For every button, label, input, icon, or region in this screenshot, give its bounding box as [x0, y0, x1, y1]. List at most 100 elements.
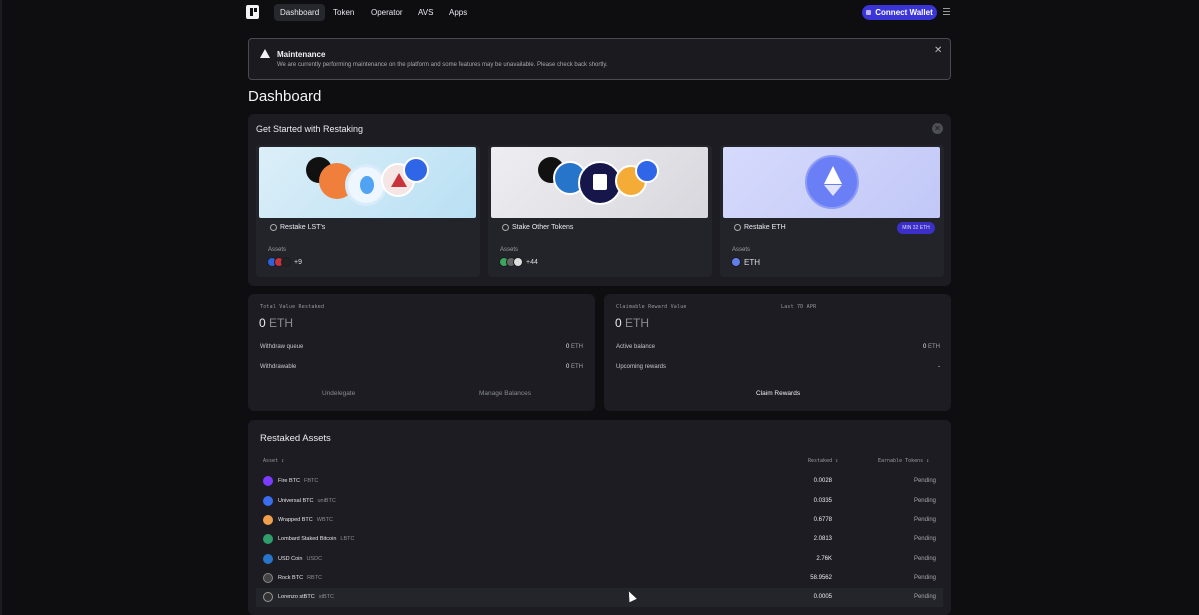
- asset-count: +44: [526, 258, 538, 266]
- asset-name: Lorenzo stBTC stBTC: [278, 594, 334, 600]
- assets-label: Assets: [500, 247, 519, 253]
- earnable-status: Pending: [913, 478, 936, 484]
- table-row[interactable]: USD Coin USDC 2.76K Pending: [256, 550, 943, 569]
- get-started-panel: Get Started with Restaking ✕ Restake LST…: [248, 114, 951, 286]
- hamburger-menu-icon[interactable]: [943, 8, 950, 15]
- nav-dashboard[interactable]: Dashboard: [274, 4, 326, 21]
- get-started-title: Get Started with Restaking: [256, 124, 364, 134]
- stake-other-tokens-card[interactable]: Stake Other Tokens Assets +44: [488, 145, 712, 277]
- earnable-status: Pending: [913, 536, 936, 542]
- close-icon[interactable]: ✕: [932, 123, 943, 134]
- active-balance-label: Active balance: [616, 344, 656, 350]
- card-title: Restake LST's: [270, 224, 325, 231]
- total-value-panel: Total Value Restaked 0 ETH Withdraw queu…: [248, 294, 595, 411]
- undelegate-button[interactable]: Undelegate: [322, 390, 355, 397]
- restaked-value: 58.9562: [810, 575, 832, 581]
- restaked-value: 2.76K: [816, 556, 832, 562]
- eth-icon: [805, 155, 859, 209]
- token-icon: [513, 257, 523, 267]
- asset-name: Lombard Staked Bitcoin LBTC: [278, 536, 355, 542]
- restaked-value: 0.0335: [813, 498, 832, 504]
- connect-wallet-button[interactable]: Connect Wallet: [862, 5, 937, 20]
- token-icon: [281, 257, 291, 267]
- table-row[interactable]: Fire BTC FBTC 0.0028 Pending: [256, 472, 943, 491]
- restaked-value: 0.6778: [813, 517, 832, 523]
- table-row[interactable]: Rock BTC RBTC 58.9562 Pending: [256, 569, 943, 588]
- nav-operator[interactable]: Operator: [365, 4, 409, 21]
- token-icon: [403, 157, 429, 183]
- eth-small-icon: [734, 224, 741, 231]
- restake-eth-card[interactable]: Restake ETH MIN 32 ETH Assets ETH: [720, 145, 944, 277]
- min-eth-badge: MIN 32 ETH: [897, 222, 935, 234]
- table-row[interactable]: Lorenzo stBTC stBTC 0.0005 Pending: [256, 588, 943, 607]
- assets-label: Assets: [268, 247, 287, 253]
- asset-name: Fire BTC FBTC: [278, 478, 319, 484]
- restaked-assets-title: Restaked Assets: [260, 433, 331, 444]
- card-title: Restake ETH: [734, 224, 786, 231]
- lst-tokens-illustration: [259, 147, 476, 218]
- banner-text: We are currently performing maintenance …: [277, 62, 608, 68]
- earnable-status: Pending: [913, 556, 936, 562]
- nav-apps[interactable]: Apps: [443, 4, 473, 21]
- asset-icons: +9: [267, 257, 302, 267]
- table-row[interactable]: Wrapped BTC WBTC 0.6778 Pending: [256, 511, 943, 530]
- eth-illustration: [723, 147, 940, 218]
- earnable-status: Pending: [913, 575, 936, 581]
- asset-name: ETH: [744, 257, 760, 267]
- wbtc-icon: [263, 515, 273, 525]
- claimable-reward-value: 0 ETH: [615, 316, 650, 330]
- close-icon[interactable]: ✕: [934, 45, 942, 56]
- asset-name: USD Coin USDC: [278, 556, 323, 562]
- nav-token[interactable]: Token: [327, 4, 360, 21]
- claim-rewards-button[interactable]: Claim Rewards: [756, 390, 800, 397]
- asset-icons: +44: [499, 257, 538, 267]
- stbtc-icon: [263, 592, 273, 602]
- restaked-value: 2.0813: [813, 536, 832, 542]
- page-title: Dashboard: [248, 88, 322, 105]
- restake-icon: [270, 224, 277, 231]
- asset-name: Universal BTC uniBTC: [278, 498, 336, 504]
- restaked-value: 0.0005: [813, 594, 832, 600]
- asset-icons: ETH: [731, 257, 760, 267]
- withdraw-queue-value: 0 ETH: [565, 344, 583, 350]
- withdraw-queue-label: Withdraw queue: [260, 344, 304, 350]
- coins-icon: [502, 224, 509, 231]
- asset-count: +9: [294, 258, 302, 266]
- restake-lst-card[interactable]: Restake LST's Assets +9: [256, 145, 480, 277]
- total-value: 0 ETH: [259, 316, 294, 330]
- earnable-status: Pending: [913, 517, 936, 523]
- rewards-panel: Claimable Reward Value Last 7D APR 0 ETH…: [604, 294, 951, 411]
- restaked-value: 0.0028: [813, 478, 832, 484]
- warning-icon: [260, 49, 270, 58]
- earnable-status: Pending: [913, 498, 936, 504]
- rbtc-icon: [263, 573, 273, 583]
- maintenance-banner: Maintenance We are currently performing …: [248, 38, 951, 80]
- lbtc-icon: [263, 534, 273, 544]
- manage-balances-button[interactable]: Manage Balances: [479, 390, 531, 397]
- upcoming-rewards-label: Upcoming rewards: [616, 364, 667, 370]
- asset-name: Wrapped BTC WBTC: [278, 517, 333, 523]
- token-icon: [635, 159, 659, 183]
- withdrawable-value: 0 ETH: [565, 364, 583, 370]
- earnable-status: Pending: [913, 594, 936, 600]
- column-restaked[interactable]: Restaked ↕: [808, 458, 838, 464]
- banner-title: Maintenance: [277, 50, 326, 59]
- eigenlayer-logo[interactable]: [246, 5, 259, 19]
- fbtc-icon: [263, 476, 273, 486]
- active-balance-value: 0 ETH: [922, 344, 940, 350]
- window-edge: [0, 0, 2, 615]
- total-value-label: Total Value Restaked: [260, 304, 325, 310]
- column-asset[interactable]: Asset ↕: [263, 458, 284, 464]
- nav-avs[interactable]: AVS: [412, 4, 439, 21]
- column-earnable-tokens[interactable]: Earnable Tokens ↕: [878, 458, 929, 464]
- eth-icon: [731, 257, 741, 267]
- assets-label: Assets: [732, 247, 751, 253]
- token-icon: [345, 164, 387, 206]
- asset-name: Rock BTC RBTC: [278, 575, 323, 581]
- restaked-assets-panel: Restaked Assets Asset ↕ Restaked ↕ Earna…: [248, 420, 951, 615]
- table-row[interactable]: Universal BTC uniBTC 0.0335 Pending: [256, 492, 943, 511]
- connect-wallet-label: Connect Wallet: [875, 8, 933, 17]
- table-row[interactable]: Lombard Staked Bitcoin LBTC 2.0813 Pendin…: [256, 530, 943, 549]
- other-tokens-illustration: [491, 147, 708, 218]
- card-title: Stake Other Tokens: [502, 224, 573, 231]
